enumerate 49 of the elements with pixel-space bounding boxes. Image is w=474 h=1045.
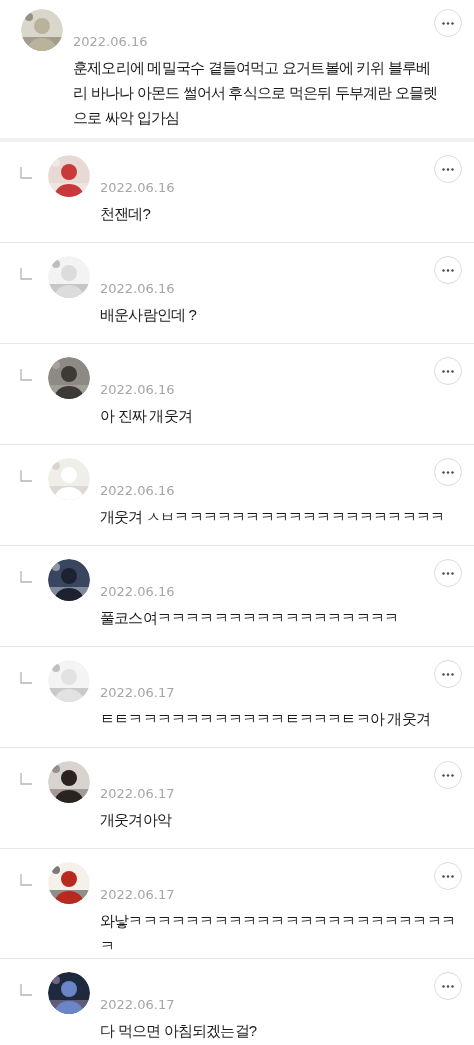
comment-date: 2022.06.16 xyxy=(100,482,176,500)
comment-text: 풀코스여ㅋㅋㅋㅋㅋㅋㅋㅋㅋㅋㅋㅋㅋㅋㅋㅋㅋ xyxy=(100,608,400,628)
more-icon xyxy=(442,672,454,676)
more-icon xyxy=(442,773,454,777)
more-button[interactable] xyxy=(434,559,462,587)
more-icon xyxy=(442,369,454,373)
comment-text: 천잰데? xyxy=(100,204,152,224)
comment-text: 아 진짜 개웃겨 xyxy=(100,406,193,426)
comment-date: 2022.06.17 xyxy=(100,996,176,1014)
reply-corner-icon xyxy=(20,369,32,381)
comment-date: 2022.06.17 xyxy=(100,886,176,904)
more-icon xyxy=(442,268,454,272)
more-button[interactable] xyxy=(434,9,462,37)
comment-date: 2022.06.16 xyxy=(100,381,176,399)
reply-corner-icon xyxy=(20,984,32,996)
more-icon xyxy=(442,874,454,878)
more-icon xyxy=(442,571,454,575)
comment-date: 2022.06.16 xyxy=(73,33,149,51)
comment-text: 다 먹으면 아침되겠는걸? xyxy=(100,1021,258,1041)
comment-text: 배운사람인데 ? xyxy=(100,305,198,325)
reply-corner-icon xyxy=(20,470,32,482)
more-button[interactable] xyxy=(434,357,462,385)
comment-text: 와낳ㅋㅋㅋㅋㅋㅋㅋㅋㅋㅋㅋㅋㅋㅋㅋㅋㅋㅋㅋㅋㅋㅋㅋㅋ xyxy=(100,911,456,956)
more-icon xyxy=(442,984,454,988)
more-button[interactable] xyxy=(434,155,462,183)
reply-corner-icon xyxy=(20,773,32,785)
reply-corner-icon xyxy=(20,268,32,280)
comment-date: 2022.06.16 xyxy=(100,280,176,298)
more-button[interactable] xyxy=(434,256,462,284)
more-button[interactable] xyxy=(434,660,462,688)
more-button[interactable] xyxy=(434,862,462,890)
comment-date: 2022.06.16 xyxy=(100,179,176,197)
reply-corner-icon xyxy=(20,874,32,886)
more-icon xyxy=(442,470,454,474)
comment-date: 2022.06.17 xyxy=(100,785,176,803)
comment-text: 훈제오리에 메밀국수 곁들여먹고 요거트볼에 키위 블루베리 바나나 아몬드 썰어서 후식으로 먹은뒤 두부계란 오믈렛으로 싸악 입가심 xyxy=(73,58,439,128)
comment-text: 개웃겨아악 xyxy=(100,810,173,830)
reply-corner-icon xyxy=(20,167,32,179)
comment-text: 개웃겨 ㅅㅂㅋㅋㅋㅋㅋㅋㅋㅋㅋㅋㅋㅋㅋㅋㅋㅋㅋㅋㅋ xyxy=(100,507,446,527)
more-button[interactable] xyxy=(434,458,462,486)
more-button[interactable] xyxy=(434,972,462,1000)
reply-corner-icon xyxy=(20,672,32,684)
comment-text: ㅌㅌㅋㅋㅋㅋㅋㅋㅋㅋㅋㅋㅋㅌㅋㅋㅋㅌㅋ아 개웃겨 xyxy=(100,709,431,729)
more-button[interactable] xyxy=(434,761,462,789)
comment-date: 2022.06.16 xyxy=(100,583,176,601)
more-icon xyxy=(442,21,454,25)
comment-date: 2022.06.17 xyxy=(100,684,176,702)
more-icon xyxy=(442,167,454,171)
reply-corner-icon xyxy=(20,571,32,583)
